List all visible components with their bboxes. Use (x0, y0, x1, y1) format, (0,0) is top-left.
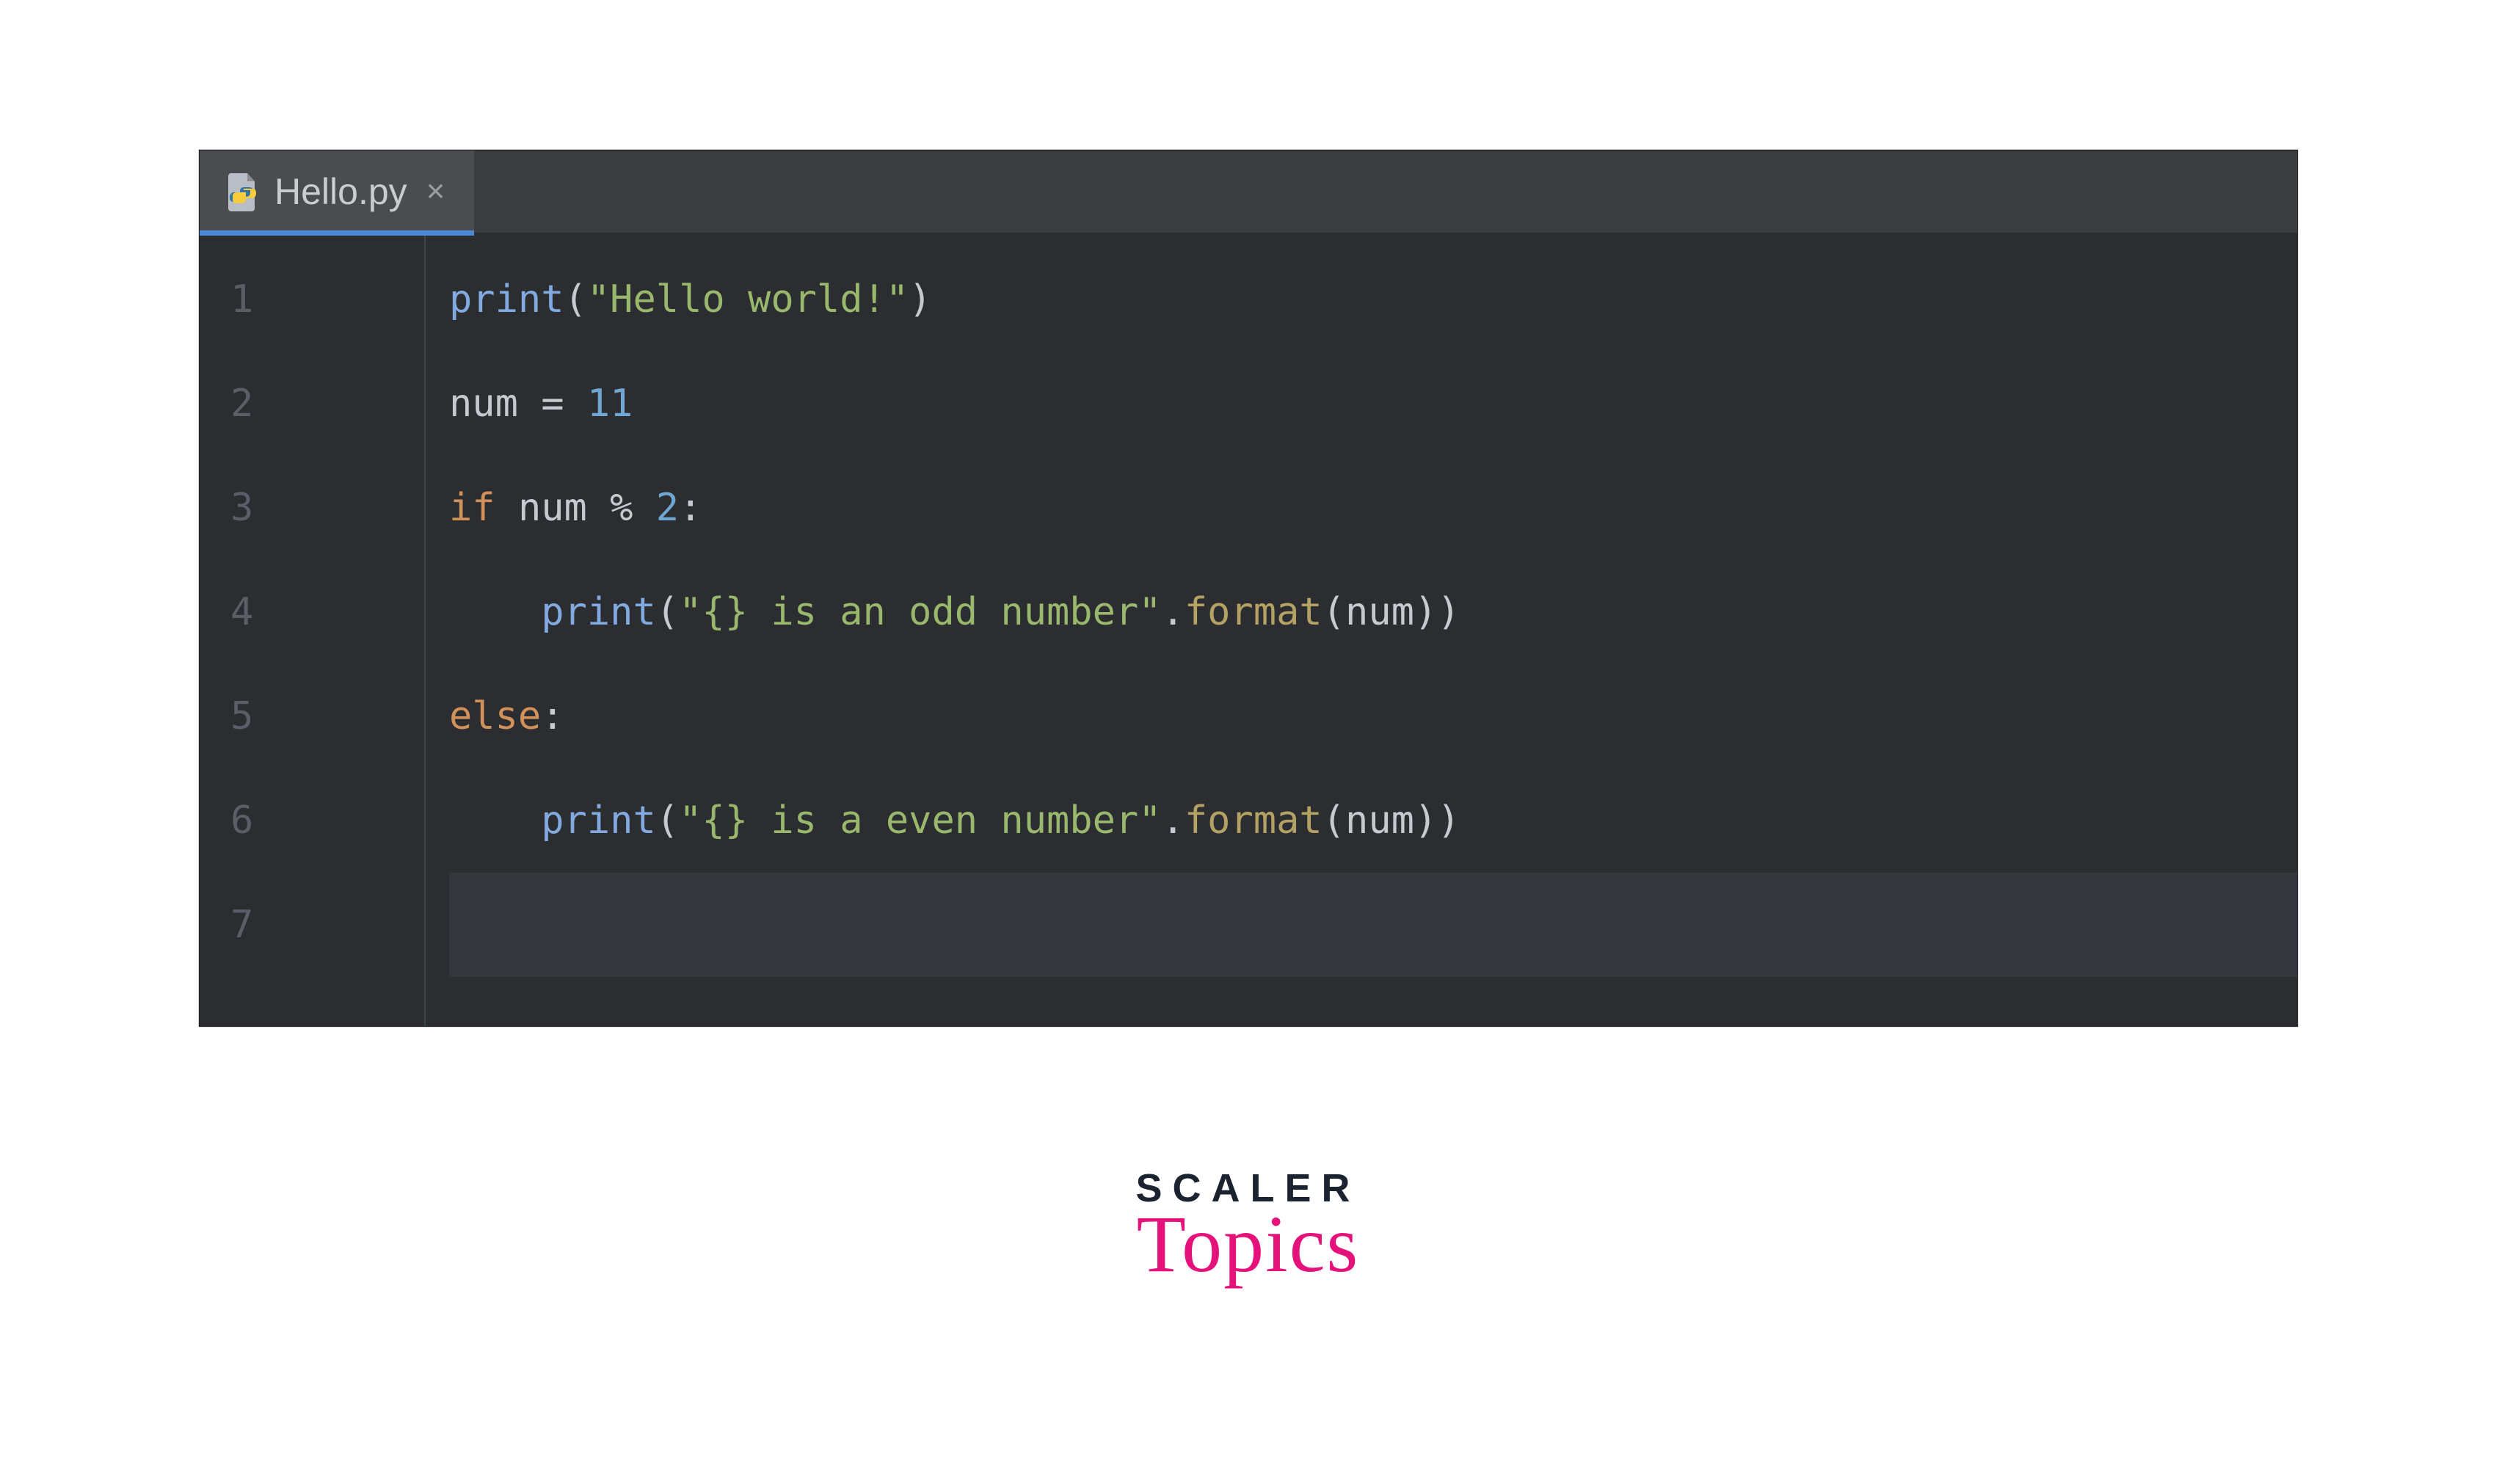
editor-area: 1 2 3 4 5 6 7 print("Hello world!") num … (200, 233, 2297, 1026)
code-line: num = 11 (449, 352, 2297, 456)
line-number-gutter: 1 2 3 4 5 6 7 (200, 233, 426, 1026)
python-file-icon (225, 172, 261, 212)
line-number: 3 (200, 456, 424, 560)
line-number: 2 (200, 352, 424, 456)
brand-logo-bottom: Topics (1135, 1198, 1360, 1291)
code-editor: Hello.py × 1 2 3 4 5 6 7 print("Hello wo… (199, 150, 2298, 1027)
tab-label: Hello.py (274, 170, 407, 213)
tab-close-icon[interactable]: × (421, 175, 445, 208)
line-number: 4 (200, 560, 424, 664)
code-line (449, 873, 2297, 977)
code-line: else: (449, 664, 2297, 768)
line-number: 5 (200, 664, 424, 768)
code-line: print("Hello world!") (449, 247, 2297, 352)
code-line: if num % 2: (449, 456, 2297, 560)
brand-logo: SCALER Topics (1135, 1165, 1360, 1291)
code-line: print("{} is a even number".format(num)) (449, 768, 2297, 873)
code-content[interactable]: print("Hello world!") num = 11 if num % … (426, 233, 2297, 1026)
line-number: 1 (200, 247, 424, 352)
tab-bar: Hello.py × (200, 150, 2297, 233)
code-line: print("{} is an odd number".format(num)) (449, 560, 2297, 664)
line-number: 7 (200, 873, 424, 977)
line-number: 6 (200, 768, 424, 873)
tab-hello-py[interactable]: Hello.py × (200, 150, 474, 233)
